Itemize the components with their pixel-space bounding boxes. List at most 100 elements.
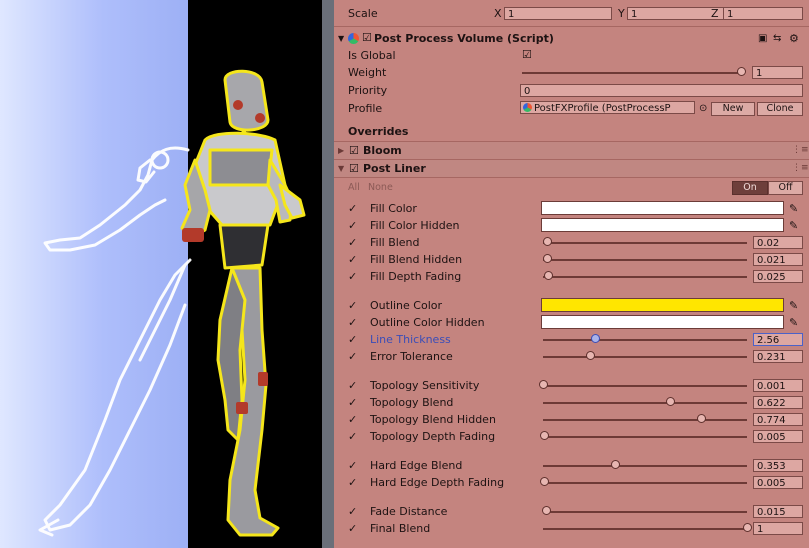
param-label: Fill Depth Fading (370, 270, 462, 283)
bloom-enabled-checkbox[interactable]: ☑ (349, 142, 359, 159)
all-link[interactable]: All (348, 179, 360, 196)
slider-thumb[interactable] (544, 271, 553, 280)
override-checkbox[interactable]: ✓ (348, 428, 357, 445)
on-button[interactable]: On (732, 181, 768, 195)
param-label: Fill Blend Hidden (370, 253, 463, 266)
off-button[interactable]: Off (768, 181, 803, 195)
override-checkbox[interactable]: ✓ (348, 503, 357, 520)
slider-track[interactable] (543, 419, 747, 421)
eyedropper-icon[interactable]: ✎ (789, 297, 798, 314)
weight-value-field[interactable]: 1 (752, 66, 803, 79)
param-value-field[interactable]: 0.02 (753, 236, 803, 249)
slider-track[interactable] (543, 242, 747, 244)
slider-track[interactable] (543, 528, 747, 530)
collapsed-arrow-icon[interactable]: ▶ (338, 142, 344, 159)
expanded-arrow-icon[interactable]: ▼ (338, 160, 344, 177)
new-profile-button[interactable]: New (711, 102, 755, 116)
clone-profile-button[interactable]: Clone (757, 102, 803, 116)
param-value-field[interactable]: 0.015 (753, 505, 803, 518)
slider-track[interactable] (543, 436, 747, 438)
scale-label: Scale (348, 7, 378, 20)
color-swatch[interactable] (541, 298, 784, 312)
color-swatch[interactable] (541, 218, 784, 232)
param-value-field[interactable]: 1 (753, 522, 803, 535)
priority-field[interactable]: 0 (520, 84, 803, 97)
slider-track[interactable] (543, 339, 747, 341)
override-checkbox[interactable]: ✓ (348, 268, 357, 285)
slider-track[interactable] (543, 276, 747, 278)
post-liner-enabled-checkbox[interactable]: ☑ (349, 160, 359, 177)
slider-thumb[interactable] (543, 237, 552, 246)
slider-thumb[interactable] (539, 380, 548, 389)
foldout-arrow-icon[interactable]: ▼ (338, 30, 344, 47)
override-checkbox[interactable]: ✓ (348, 297, 357, 314)
override-checkbox[interactable]: ✓ (348, 394, 357, 411)
param-value-field[interactable]: 0.005 (753, 476, 803, 489)
slider-thumb[interactable] (697, 414, 706, 423)
is-global-checkbox[interactable]: ☑ (522, 49, 532, 60)
slider-track[interactable] (543, 511, 747, 513)
scale-z-field[interactable]: 1 (723, 7, 803, 20)
weight-slider-track[interactable] (522, 72, 744, 74)
param-value-field[interactable]: 0.021 (753, 253, 803, 266)
component-enabled-checkbox[interactable]: ☑ (362, 32, 372, 43)
weight-slider-thumb[interactable] (737, 67, 746, 76)
override-checkbox[interactable]: ✓ (348, 457, 357, 474)
scale-x-field[interactable]: 1 (504, 7, 612, 20)
color-swatch[interactable] (541, 201, 784, 215)
is-global-label: Is Global (348, 49, 396, 62)
object-picker-icon[interactable]: ⊙ (699, 100, 707, 117)
param-value-field[interactable]: 0.353 (753, 459, 803, 472)
color-swatch[interactable] (541, 315, 784, 329)
override-checkbox[interactable]: ✓ (348, 200, 357, 217)
bloom-effect-header[interactable]: ▶ ☑ Bloom ⋮≡ (334, 142, 809, 159)
override-checkbox[interactable]: ✓ (348, 411, 357, 428)
override-checkbox[interactable]: ✓ (348, 314, 357, 331)
override-checkbox[interactable]: ✓ (348, 251, 357, 268)
slider-thumb[interactable] (540, 477, 549, 486)
override-checkbox[interactable]: ✓ (348, 520, 357, 537)
slider-thumb[interactable] (540, 431, 549, 440)
param-value-field[interactable]: 0.231 (753, 350, 803, 363)
help-book-icon[interactable]: ▣ (758, 30, 767, 47)
slider-thumb[interactable] (586, 351, 595, 360)
override-checkbox[interactable]: ✓ (348, 474, 357, 491)
slider-thumb[interactable] (543, 254, 552, 263)
effect-menu-icon[interactable]: ⋮≡ (792, 142, 809, 159)
slider-thumb[interactable] (591, 334, 600, 343)
override-checkbox[interactable]: ✓ (348, 377, 357, 394)
scene-viewport[interactable] (0, 0, 334, 548)
settings-gear-icon[interactable]: ⚙ (789, 30, 799, 47)
override-checkbox[interactable]: ✓ (348, 234, 357, 251)
param-value-field[interactable]: 0.025 (753, 270, 803, 283)
param-row: ✓ Topology Blend Hidden 0.774 (334, 411, 809, 428)
param-value-field[interactable]: 0.774 (753, 413, 803, 426)
slider-track[interactable] (543, 356, 747, 358)
slider-track[interactable] (543, 482, 747, 484)
none-link[interactable]: None (368, 179, 393, 196)
effect-menu-icon[interactable]: ⋮≡ (792, 160, 809, 177)
slider-track[interactable] (543, 402, 747, 404)
eyedropper-icon[interactable]: ✎ (789, 217, 798, 234)
param-value-field[interactable]: 0.622 (753, 396, 803, 409)
slider-track[interactable] (543, 465, 747, 467)
slider-track[interactable] (543, 385, 747, 387)
component-header[interactable]: ▼ ☑ Post Process Volume (Script) ▣ ⇆ ⚙ (334, 30, 809, 47)
slider-thumb[interactable] (542, 506, 551, 515)
slider-thumb[interactable] (611, 460, 620, 469)
param-value-field[interactable]: 0.001 (753, 379, 803, 392)
override-checkbox[interactable]: ✓ (348, 331, 357, 348)
param-value-field[interactable]: 2.56 (753, 333, 803, 346)
eyedropper-icon[interactable]: ✎ (789, 200, 798, 217)
param-value-field[interactable]: 0.005 (753, 430, 803, 443)
profile-object-field[interactable]: PostFXProfile (PostProcessP (520, 101, 695, 114)
post-liner-effect-header[interactable]: ▼ ☑ Post Liner ⋮≡ (334, 160, 809, 177)
eyedropper-icon[interactable]: ✎ (789, 314, 798, 331)
preset-icon[interactable]: ⇆ (773, 30, 781, 47)
override-checkbox[interactable]: ✓ (348, 348, 357, 365)
override-checkbox[interactable]: ✓ (348, 217, 357, 234)
param-row: ✓ Fill Depth Fading 0.025 (334, 268, 809, 285)
slider-thumb[interactable] (666, 397, 675, 406)
slider-thumb[interactable] (743, 523, 752, 532)
slider-track[interactable] (543, 259, 747, 261)
